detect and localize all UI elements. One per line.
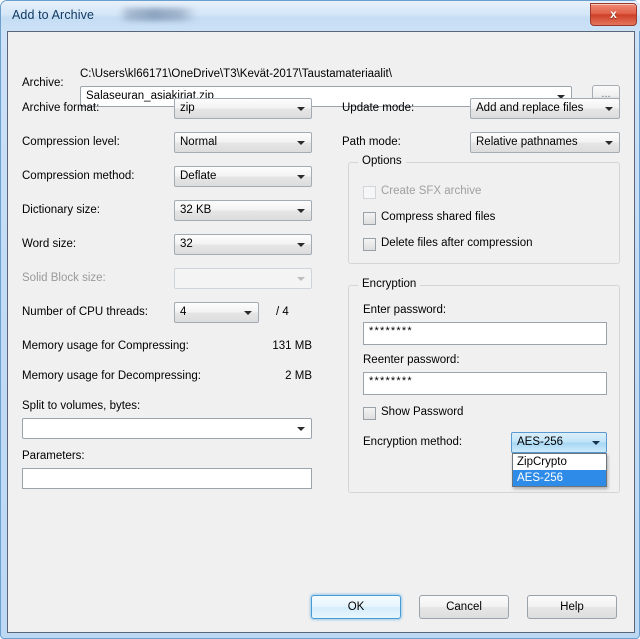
reenter-password-input[interactable]: ******** — [363, 372, 607, 395]
reenter-password-value: ******** — [369, 375, 413, 387]
solid-block-size-combo — [174, 268, 312, 289]
memory-decompressing-value: 2 MB — [285, 370, 312, 382]
checkbox-label: Delete files after compression — [381, 237, 533, 249]
title-bar: Add to Archive x — [1, 1, 640, 31]
split-volumes-label: Split to volumes, bytes: — [22, 400, 141, 412]
word-size-label: Word size: — [22, 238, 77, 250]
memory-decompressing-label: Memory usage for Decompressing: — [22, 370, 201, 382]
checkbox-label: Create SFX archive — [381, 185, 482, 197]
word-size-value: 32 — [180, 238, 193, 250]
chevron-down-icon — [592, 441, 600, 445]
cancel-button[interactable]: Cancel — [419, 595, 509, 619]
help-button[interactable]: Help — [527, 595, 617, 619]
parameters-label: Parameters: — [22, 450, 85, 462]
options-group: Options Create SFX archive Compress shar… — [348, 155, 620, 264]
enter-password-value: ******** — [369, 325, 413, 337]
encryption-method-dropdown-list[interactable]: ZipCrypto AES-256 — [512, 453, 607, 487]
chevron-down-icon — [297, 243, 305, 247]
path-mode-value: Relative pathnames — [476, 136, 578, 148]
dictionary-size-combo[interactable]: 32 KB — [174, 200, 312, 221]
chevron-down-icon — [297, 141, 305, 145]
update-mode-combo[interactable]: Add and replace files — [470, 98, 620, 119]
ok-button[interactable]: OK — [311, 595, 401, 619]
dropdown-item-zipcrypto[interactable]: ZipCrypto — [513, 454, 606, 470]
chevron-down-icon — [244, 311, 252, 315]
path-mode-combo[interactable]: Relative pathnames — [470, 132, 620, 153]
archive-format-label: Archive format: — [22, 102, 100, 114]
chevron-down-icon — [605, 107, 613, 111]
encryption-group: Encryption Enter password: ******** Reen… — [348, 278, 620, 493]
dialog-window: Add to Archive x Archive: C:\Users\kl661… — [0, 0, 640, 639]
chevron-down-icon — [297, 209, 305, 213]
encryption-method-label: Encryption method: — [363, 436, 463, 448]
archive-label: Archive: — [22, 77, 64, 89]
archive-format-value: zip — [180, 102, 195, 114]
window-title: Add to Archive — [12, 8, 95, 22]
enter-password-label: Enter password: — [363, 304, 447, 316]
archive-format-combo[interactable]: zip — [174, 98, 312, 119]
compression-method-combo[interactable]: Deflate — [174, 166, 312, 187]
compression-level-value: Normal — [180, 136, 218, 148]
encryption-method-combo[interactable]: AES-256 — [511, 432, 607, 453]
archive-path-text: C:\Users\kl66171\OneDrive\T3\Kevät-2017\… — [80, 68, 392, 80]
compression-level-combo[interactable]: Normal — [174, 132, 312, 153]
dictionary-size-label: Dictionary size: — [22, 204, 100, 216]
update-mode-label: Update mode: — [342, 102, 415, 114]
close-button[interactable]: x — [590, 3, 637, 26]
update-mode-value: Add and replace files — [476, 102, 584, 114]
path-mode-label: Path mode: — [342, 136, 401, 148]
dialog-client-area: Archive: C:\Users\kl66171\OneDrive\T3\Ke… — [7, 31, 635, 633]
checkbox-box-icon — [363, 212, 376, 225]
compression-level-label: Compression level: — [22, 136, 120, 148]
cpu-threads-max: / 4 — [276, 306, 289, 318]
word-size-combo[interactable]: 32 — [174, 234, 312, 255]
chevron-down-icon — [297, 277, 305, 281]
solid-block-size-label: Solid Block size: — [22, 272, 106, 284]
chevron-down-icon — [297, 175, 305, 179]
memory-compressing-value: 131 MB — [272, 340, 312, 352]
chevron-down-icon — [605, 141, 613, 145]
options-group-title: Options — [358, 155, 406, 167]
cpu-threads-combo[interactable]: 4 — [174, 302, 259, 323]
cpu-threads-value: 4 — [180, 306, 187, 318]
redacted-title-area — [119, 8, 197, 21]
dictionary-size-value: 32 KB — [180, 204, 212, 216]
reenter-password-label: Reenter password: — [363, 354, 460, 366]
memory-compressing-label: Memory usage for Compressing: — [22, 340, 189, 352]
chevron-down-icon — [297, 427, 305, 431]
checkbox-box-icon — [363, 186, 376, 199]
encryption-group-title: Encryption — [358, 278, 421, 290]
checkbox-box-icon — [363, 407, 376, 420]
checkbox-label: Compress shared files — [381, 211, 496, 223]
chevron-down-icon — [297, 107, 305, 111]
compression-method-label: Compression method: — [22, 170, 135, 182]
enter-password-input[interactable]: ******** — [363, 322, 607, 345]
checkbox-box-icon — [363, 238, 376, 251]
compression-method-value: Deflate — [180, 170, 217, 182]
encryption-method-value: AES-256 — [517, 436, 564, 448]
split-volumes-combo[interactable] — [22, 418, 312, 439]
checkbox-label: Show Password — [381, 406, 464, 418]
dropdown-item-aes-256[interactable]: AES-256 — [513, 470, 606, 486]
cpu-threads-label: Number of CPU threads: — [22, 306, 148, 318]
parameters-input[interactable] — [22, 468, 312, 489]
